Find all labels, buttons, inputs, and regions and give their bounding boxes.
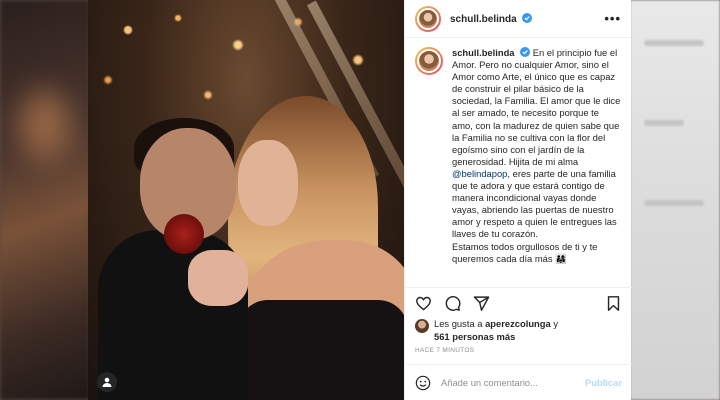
publish-button[interactable]: Publicar [585, 377, 622, 388]
caption-username[interactable]: schull.belinda [452, 47, 515, 58]
more-options-button[interactable]: ••• [604, 11, 621, 26]
comment-input[interactable] [441, 377, 571, 388]
post-panel: schull.belinda ••• schull.belinda En el … [404, 0, 632, 400]
likes-summary: Les gusta a aperezcolunga y 561 personas… [415, 318, 625, 343]
blurred-background-left [0, 0, 90, 400]
header-username[interactable]: schull.belinda [450, 12, 533, 25]
screen: schull.belinda ••• schull.belinda En el … [0, 0, 720, 400]
post-header: schull.belinda ••• [405, 0, 631, 38]
verified-badge-icon [520, 47, 531, 57]
liker-avatar[interactable] [415, 319, 429, 333]
caption: schull.belinda En el principio fue el Am… [452, 47, 622, 287]
comment-icon[interactable] [444, 295, 461, 312]
likes-prefix: Les gusta a [434, 318, 486, 329]
caption-text: Estamos todos orgullosos de ti y te quer… [452, 240, 598, 264]
verified-badge-icon [522, 12, 533, 23]
post-photo[interactable] [88, 0, 404, 400]
share-icon[interactable] [473, 295, 490, 312]
bookmark-icon[interactable] [605, 295, 622, 312]
post-timestamp[interactable]: HACE 7 MINUTOS [415, 347, 474, 354]
emoji-icon[interactable] [415, 375, 431, 391]
caption-text: En el principio fue el Amor. Pero no cua… [452, 47, 621, 167]
profile-icon[interactable] [97, 372, 117, 392]
action-bar [405, 287, 632, 319]
avatar[interactable] [415, 5, 441, 32]
comment-bar: Publicar [405, 364, 632, 400]
likes-mid: y [550, 318, 559, 329]
heart-icon[interactable] [415, 295, 432, 312]
caption-area: schull.belinda En el principio fue el Am… [405, 39, 632, 287]
likes-count[interactable]: 561 personas más [434, 331, 515, 342]
liker-username[interactable]: aperezcolunga [485, 318, 551, 329]
caption-avatar[interactable] [415, 47, 443, 75]
blurred-background-right [630, 0, 720, 400]
mention-link[interactable]: @belindapop [452, 168, 507, 179]
